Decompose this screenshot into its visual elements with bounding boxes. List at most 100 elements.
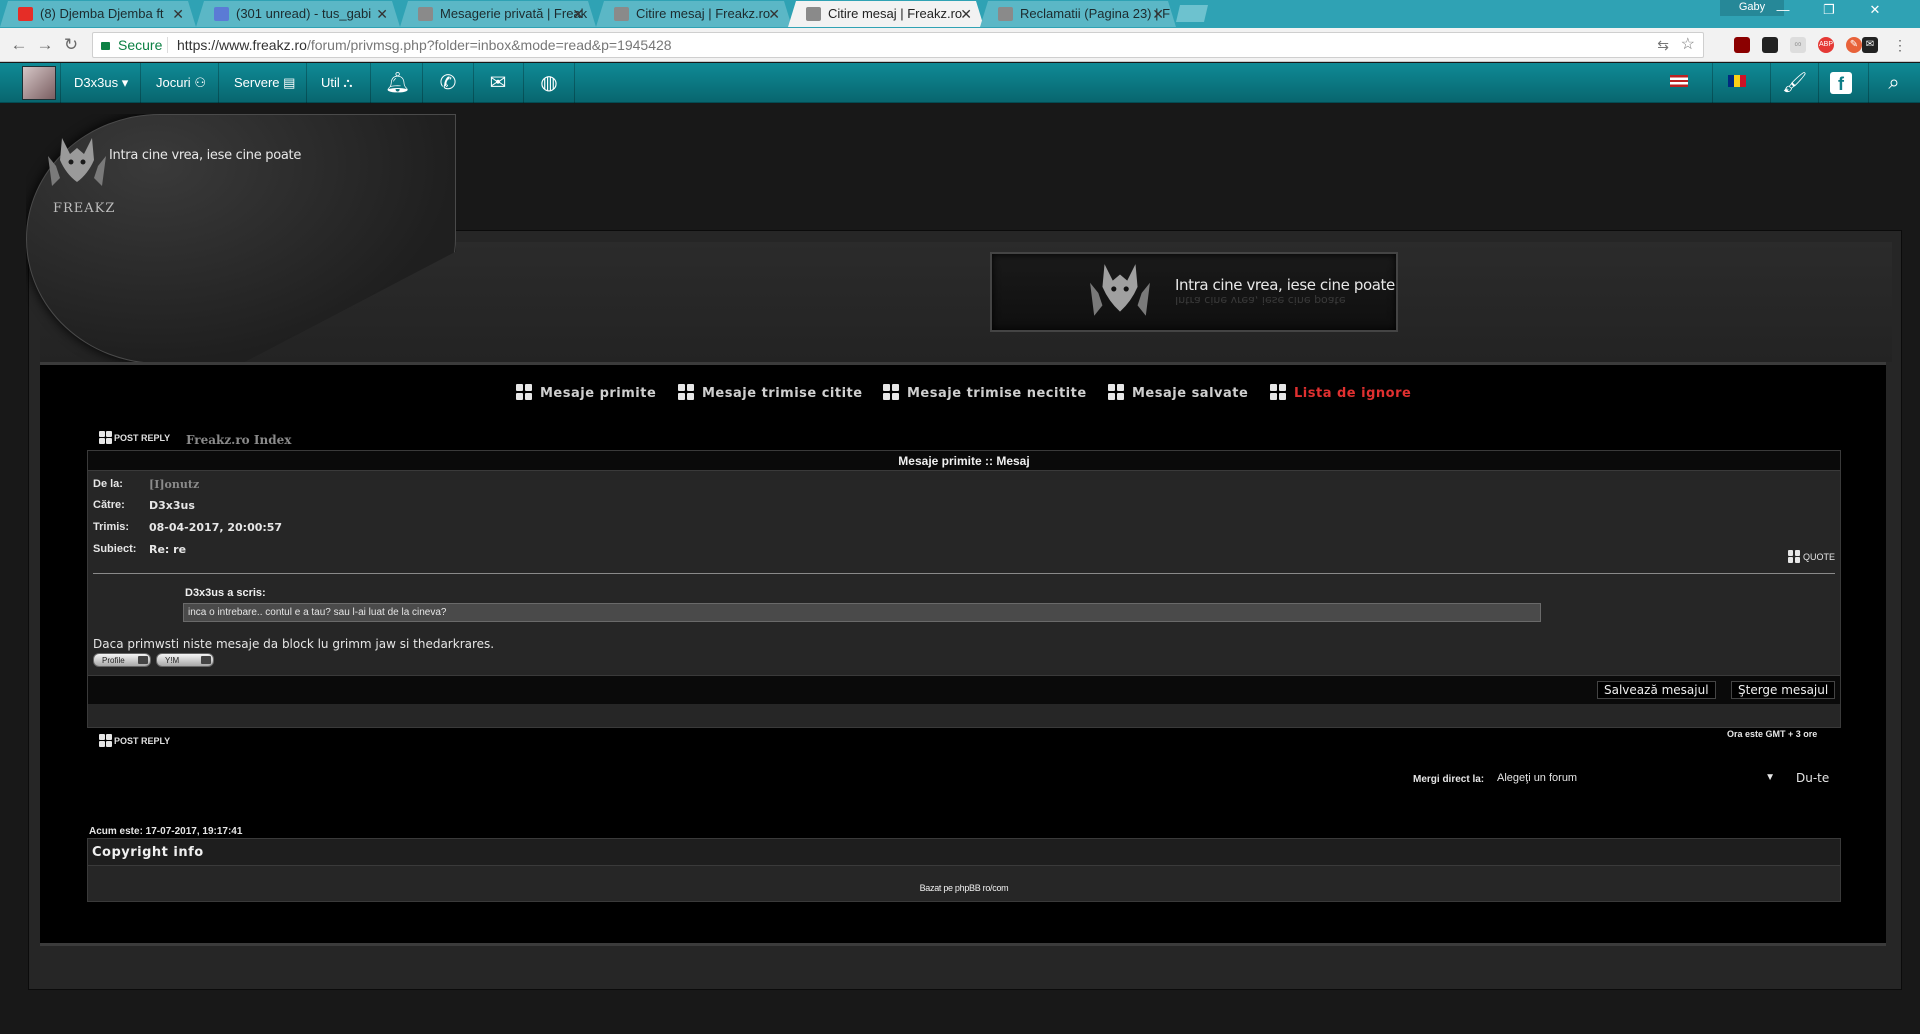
lock-icon <box>101 42 110 50</box>
url-input[interactable]: Secure https://www.freakz.ro/forum/privm… <box>92 32 1704 58</box>
new-tab-button[interactable] <box>1176 5 1208 22</box>
copyright-title: Copyright info <box>88 839 1840 866</box>
quote-author: D3x3us a scris: <box>185 587 266 599</box>
close-icon[interactable]: ✕ <box>376 1 388 27</box>
close-icon[interactable]: ✕ <box>768 1 780 27</box>
tab-trimise-necitite[interactable]: Mesaje trimise necitite <box>883 384 1087 402</box>
breadcrumb[interactable]: Freakz.ro Index <box>186 433 291 447</box>
divider <box>167 37 168 53</box>
header-banner[interactable]: Intra cine vrea, iese cine poate Intra c… <box>990 252 1398 332</box>
flag-ro-icon[interactable] <box>1728 75 1746 87</box>
quote-label: QUOTE <box>1802 552 1835 562</box>
close-icon[interactable]: ✕ <box>1152 1 1164 27</box>
save-message-button[interactable]: Salvează mesajul <box>1597 681 1716 699</box>
browser-tab-citire-active[interactable]: Citire mesaj | Freakz.ro ✕ <box>788 1 984 27</box>
message-action-bar: Salvează mesajul Şterge mesajul <box>88 675 1840 702</box>
nav-user-dropdown[interactable]: D3x3us ▾ <box>74 63 128 103</box>
gamepad-icon: ⚇ <box>194 75 206 90</box>
quote-box: inca o intrebare.. contul e a tau? sau l… <box>183 603 1541 622</box>
quote-button[interactable]: QUOTE <box>1787 550 1835 563</box>
to-value: D3x3us <box>149 499 195 512</box>
jump-go-button[interactable]: Du-te <box>1796 768 1829 788</box>
tab-mesaje-primite[interactable]: Mesaje primite <box>516 384 656 402</box>
tab-label: Mesagerie privată | Freak <box>440 6 588 21</box>
copyright-table: Copyright info Bazat pe phpBB ro/com <box>87 838 1841 902</box>
nav-jocuri[interactable]: Jocuri ⚇ <box>156 63 206 103</box>
close-icon[interactable]: ✕ <box>572 1 584 27</box>
mail-extension-icon[interactable]: ✉ <box>1862 37 1878 53</box>
page-body: Intra cine vrea, iese cine poate FREAKZ … <box>0 104 1920 1034</box>
url-text: https://www.freakz.ro/forum/privmsg.php?… <box>177 33 672 57</box>
back-icon[interactable]: ← <box>8 34 30 56</box>
close-icon[interactable]: ✕ <box>172 1 184 27</box>
extension-icon[interactable] <box>1734 37 1750 53</box>
close-window-icon[interactable]: ✕ <box>1852 0 1898 20</box>
page-icon <box>418 7 433 21</box>
browser-tab-mail[interactable]: (301 unread) - tus_gabi ✕ <box>196 1 400 27</box>
reload-icon[interactable]: ↻ <box>60 34 82 56</box>
nav-servere[interactable]: Servere ▤ <box>234 63 295 103</box>
caret-down-icon: ▼ <box>1765 772 1775 783</box>
timezone-info: Ora este GMT + 3 ore <box>1727 729 1818 739</box>
browser-tab-reclamatii[interactable]: Reclamatii (Pagina 23) | F ✕ <box>980 1 1176 27</box>
nav-util[interactable]: Util ⛬ <box>321 63 353 103</box>
post-reply-button[interactable]: POST REPLY <box>99 431 170 445</box>
menu-icon[interactable]: ⋮ <box>1892 37 1908 53</box>
search-icon[interactable]: ⌕ <box>1882 71 1906 95</box>
divider <box>1818 63 1819 103</box>
browser-tab-mesagerie[interactable]: Mesagerie privată | Freak ✕ <box>400 1 596 27</box>
paintbrush-icon[interactable]: 🖌︎ <box>1782 71 1807 95</box>
post-reply-button[interactable]: POST REPLY <box>99 734 170 748</box>
minimize-icon[interactable]: — <box>1760 0 1806 20</box>
close-icon[interactable]: ✕ <box>960 1 972 27</box>
forum-jump-select[interactable]: Alegeţi un forum ▼ <box>1494 768 1778 788</box>
quad-icon <box>1108 384 1124 400</box>
secure-label: Secure <box>118 37 163 53</box>
caret-down-icon: ▾ <box>121 75 129 90</box>
adblock-icon[interactable]: ABP <box>1818 37 1834 53</box>
tab-label: (301 unread) - tus_gabi <box>236 6 372 21</box>
message-table: Mesaje primite :: Mesaj De la: [I]onutz … <box>87 450 1841 728</box>
avatar[interactable] <box>22 66 56 100</box>
flag-us-icon[interactable] <box>1670 75 1688 87</box>
quad-icon <box>678 384 694 400</box>
phone-icon[interactable]: ✆ <box>436 71 460 95</box>
bell-icon[interactable]: 🔔︎ <box>385 71 410 95</box>
forward-icon[interactable]: → <box>34 34 56 56</box>
tab-trimise-citite[interactable]: Mesaje trimise citite <box>678 384 863 402</box>
server-icon: ▤ <box>283 75 296 90</box>
yim-button[interactable]: Y!M <box>156 653 214 667</box>
banner-tagline: Intra cine vrea, iese cine poate <box>1175 276 1395 294</box>
site-navbar: D3x3us ▾ Jocuri ⚇ Servere ▤ Util ⛬ 🔔︎ ✆ … <box>0 63 1920 103</box>
quad-icon <box>99 734 112 747</box>
facebook-icon[interactable]: f <box>1830 72 1852 94</box>
address-bar-row: ← → ↻ Secure https://www.freakz.ro/forum… <box>0 28 1920 62</box>
extension-icon[interactable]: ∞ <box>1790 37 1806 53</box>
nav-servere-label: Servere <box>234 75 280 90</box>
extension-icon[interactable] <box>1762 37 1778 53</box>
tab-lista-ignore[interactable]: Lista de ignore <box>1270 384 1411 402</box>
globe-icon[interactable]: ◍ <box>537 71 561 95</box>
from-value[interactable]: [I]onutz <box>149 478 199 491</box>
quad-icon <box>1787 550 1801 563</box>
browser-tab-youtube[interactable]: (8) Djemba Djemba ft ✕ <box>0 1 196 27</box>
bookmark-star-icon[interactable]: ☆ <box>1681 33 1695 57</box>
divider <box>1868 63 1869 103</box>
tab-mesaje-salvate[interactable]: Mesaje salvate <box>1108 384 1248 402</box>
envelope-icon[interactable]: ✉ <box>486 71 510 95</box>
subject-value: Re: re <box>149 543 187 556</box>
freakz-logo-icon <box>1090 264 1150 316</box>
nav-jocuri-label: Jocuri <box>156 75 191 90</box>
tab-label: Reclamatii (Pagina 23) | F <box>1020 6 1171 21</box>
browser-tab-citire-1[interactable]: Citire mesaj | Freakz.ro ✕ <box>596 1 792 27</box>
url-path: /forum/privmsg.php?folder=inbox&mode=rea… <box>306 37 672 53</box>
translate-icon[interactable]: ⇆ <box>1657 33 1669 57</box>
banner-reflection: Intra cine vrea, iese cine poate <box>1175 294 1346 307</box>
restore-icon[interactable]: ❐ <box>1806 0 1852 20</box>
delete-message-button[interactable]: Şterge mesajul <box>1731 681 1836 699</box>
profile-button[interactable]: Profile <box>93 653 151 667</box>
secure-indicator[interactable]: Secure <box>101 33 162 57</box>
copyright-text[interactable]: Bazat pe phpBB ro/com <box>88 883 1840 893</box>
extension-icon[interactable]: ✎ <box>1846 37 1862 53</box>
divider <box>218 63 219 103</box>
